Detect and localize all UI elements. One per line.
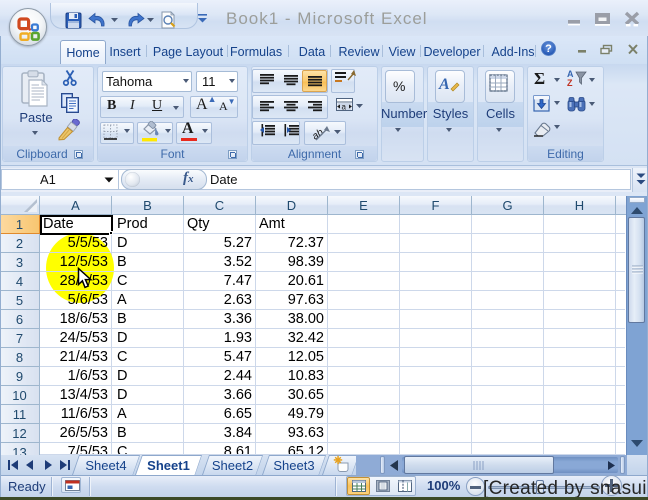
svg-text:ab: ab [310, 127, 326, 143]
svg-text:A: A [438, 76, 450, 93]
svg-text:Z: Z [567, 78, 573, 88]
svg-text:a: a [342, 103, 347, 112]
